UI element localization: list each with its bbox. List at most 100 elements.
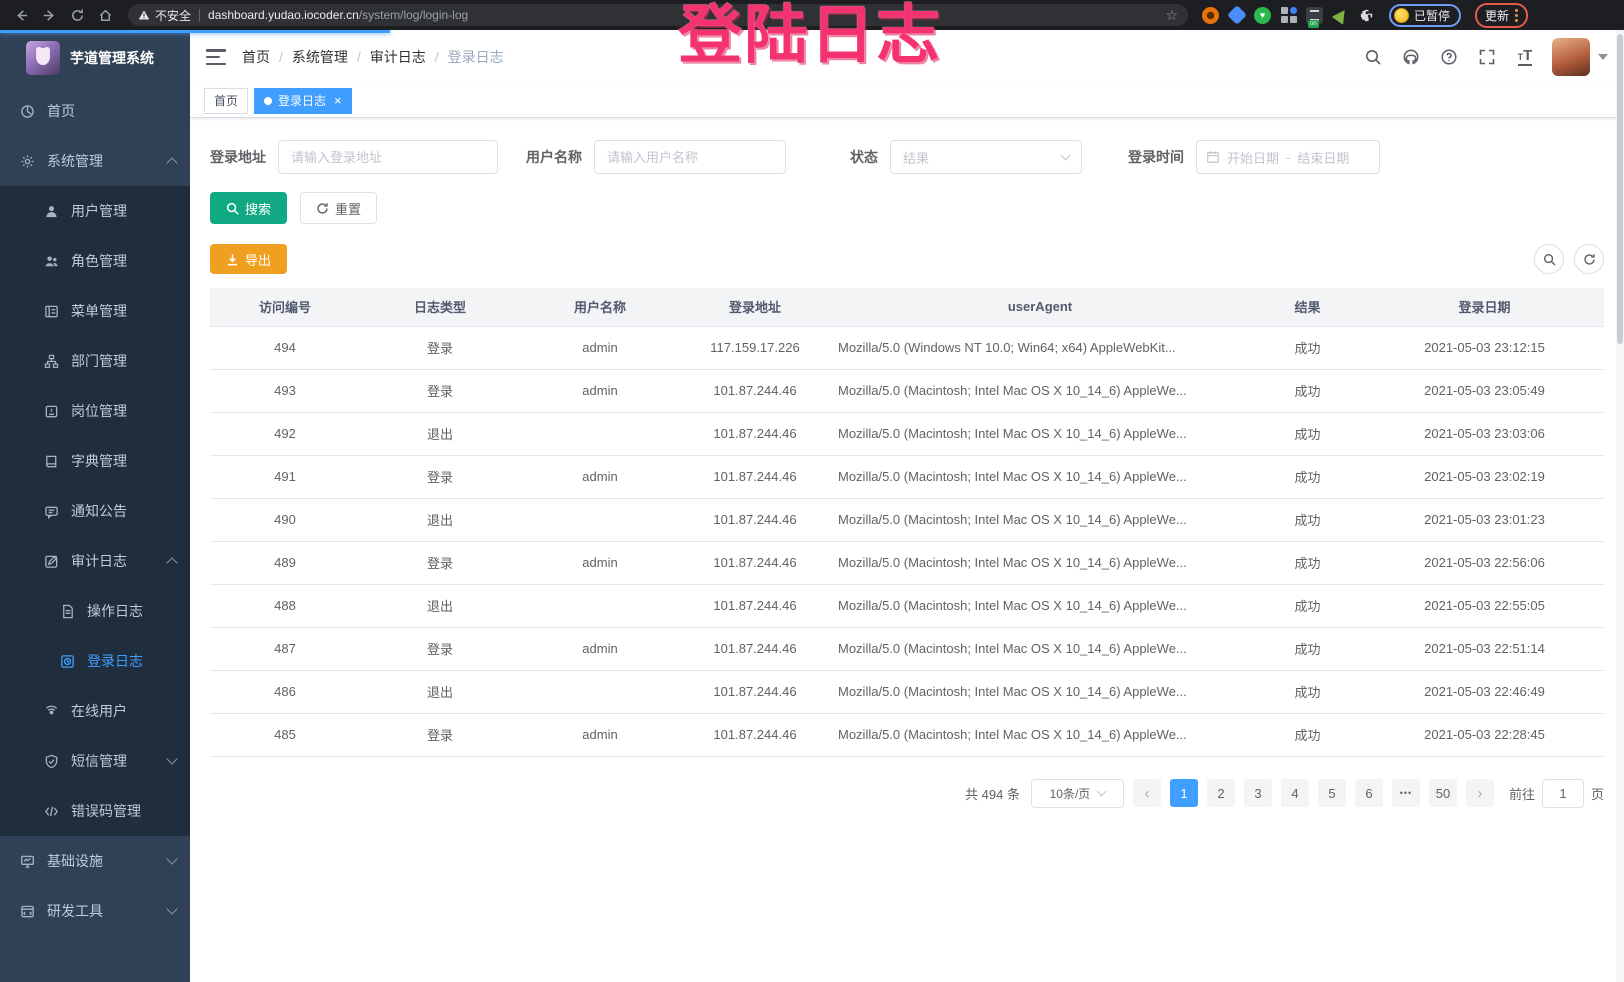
browser-forward-icon[interactable] bbox=[38, 4, 60, 26]
search-button[interactable]: 搜索 bbox=[210, 192, 287, 224]
col-header-type: 日志类型 bbox=[360, 288, 520, 326]
close-icon[interactable]: × bbox=[334, 94, 342, 107]
browser-profile-paused-badge[interactable]: 已暂停 bbox=[1389, 4, 1461, 27]
status-select[interactable]: 结果 bbox=[890, 140, 1082, 174]
extension-heart-icon[interactable]: ♥ bbox=[1254, 7, 1271, 24]
pagination-total: 共 494 条 bbox=[965, 784, 1020, 803]
search-icon[interactable] bbox=[1362, 46, 1384, 68]
username-input[interactable] bbox=[594, 140, 786, 174]
sidebar-item-dict[interactable]: 字典管理 bbox=[0, 436, 190, 486]
help-icon[interactable] bbox=[1438, 46, 1460, 68]
sidebar-item-login-log[interactable]: 登录日志 bbox=[0, 636, 190, 686]
page-url: dashboard.yudao.iocoder.cn/system/log/lo… bbox=[208, 8, 468, 22]
extension-leaf-icon[interactable] bbox=[1332, 7, 1349, 24]
sidebar-item-infrastructure[interactable]: 基础设施 bbox=[0, 836, 190, 886]
address-bar[interactable]: 不安全 dashboard.yudao.iocoder.cn/system/lo… bbox=[128, 4, 1188, 26]
sidebar-item-notice[interactable]: 通知公告 bbox=[0, 486, 190, 536]
scrollbar[interactable] bbox=[1616, 30, 1624, 982]
sidebar-item-menus[interactable]: 菜单管理 bbox=[0, 286, 190, 336]
pagination: 共 494 条 10条/页 ‹ 1 2 3 4 5 6 ••• 50 › 前往 … bbox=[210, 779, 1604, 832]
sidebar-item-system[interactable]: 系统管理 bbox=[0, 136, 190, 186]
next-page-button[interactable]: › bbox=[1466, 779, 1494, 807]
active-tag-dot bbox=[264, 97, 272, 105]
edit-log-icon bbox=[44, 554, 59, 569]
more-pages-button[interactable]: ••• bbox=[1392, 779, 1420, 807]
tag-home[interactable]: 首页 bbox=[204, 88, 248, 114]
login-time-label: 登录时间 bbox=[1128, 147, 1184, 167]
breadcrumb-home[interactable]: 首页 bbox=[242, 47, 270, 67]
sidebar-item-roles[interactable]: 角色管理 bbox=[0, 236, 190, 286]
sidebar-item-posts[interactable]: 岗位管理 bbox=[0, 386, 190, 436]
page-button-3[interactable]: 3 bbox=[1244, 779, 1272, 807]
col-header-address: 登录地址 bbox=[680, 288, 830, 326]
date-end-placeholder: 结束日期 bbox=[1297, 148, 1349, 167]
table-row: 487登录admin101.87.244.46Mozilla/5.0 (Maci… bbox=[210, 627, 1604, 670]
browser-back-icon[interactable] bbox=[10, 4, 32, 26]
table-row: 492退出101.87.244.46Mozilla/5.0 (Macintosh… bbox=[210, 412, 1604, 455]
online-icon bbox=[44, 704, 59, 719]
avatar-image bbox=[1552, 38, 1590, 76]
page-button-5[interactable]: 5 bbox=[1318, 779, 1346, 807]
page-button-2[interactable]: 2 bbox=[1207, 779, 1235, 807]
extension-list-on-icon[interactable]: on bbox=[1306, 7, 1323, 24]
dashboard-icon bbox=[20, 104, 35, 119]
extension-orange-icon[interactable] bbox=[1202, 7, 1219, 24]
page-button-4[interactable]: 4 bbox=[1281, 779, 1309, 807]
download-icon bbox=[226, 253, 239, 266]
github-icon[interactable] bbox=[1400, 46, 1422, 68]
app-logo[interactable]: 芋道管理系统 bbox=[0, 30, 190, 86]
page-size-select[interactable]: 10条/页 bbox=[1031, 779, 1124, 808]
book-icon bbox=[44, 454, 59, 469]
chevron-down-icon bbox=[166, 753, 177, 764]
hamburger-icon[interactable] bbox=[206, 49, 226, 65]
browser-home-icon[interactable] bbox=[94, 4, 116, 26]
sidebar-item-error-code[interactable]: 错误码管理 bbox=[0, 786, 190, 836]
extensions-puzzle-icon[interactable] bbox=[1358, 7, 1375, 24]
filter-actions: 搜索 重置 bbox=[210, 192, 1604, 224]
sidebar-item-sms[interactable]: 短信管理 bbox=[0, 736, 190, 786]
sidebar-item-home[interactable]: 首页 bbox=[0, 86, 190, 136]
browser-update-button[interactable]: 更新 bbox=[1475, 3, 1528, 28]
goto-page-input[interactable] bbox=[1542, 779, 1584, 808]
refresh-table-button[interactable] bbox=[1574, 244, 1604, 274]
breadcrumb-system[interactable]: 系统管理 bbox=[292, 47, 348, 67]
browser-reload-icon[interactable] bbox=[66, 4, 88, 26]
table-row: 488退出101.87.244.46Mozilla/5.0 (Macintosh… bbox=[210, 584, 1604, 627]
reset-button[interactable]: 重置 bbox=[300, 192, 377, 224]
sidebar-item-online-users[interactable]: 在线用户 bbox=[0, 686, 190, 736]
not-secure-warning[interactable]: 不安全 bbox=[138, 7, 191, 24]
login-address-input[interactable] bbox=[278, 140, 498, 174]
page-button-6[interactable]: 6 bbox=[1355, 779, 1383, 807]
gear-icon bbox=[20, 154, 35, 169]
sidebar-item-dev-tools[interactable]: 研发工具 bbox=[0, 886, 190, 936]
sidebar-item-departments[interactable]: 部门管理 bbox=[0, 336, 190, 386]
page-button-50[interactable]: 50 bbox=[1429, 779, 1457, 807]
sidebar-item-users[interactable]: 用户管理 bbox=[0, 186, 190, 236]
col-header-result: 结果 bbox=[1250, 288, 1365, 326]
breadcrumb-audit-log[interactable]: 审计日志 bbox=[370, 47, 426, 67]
sidebar-item-operation-log[interactable]: 操作日志 bbox=[0, 586, 190, 636]
font-size-icon[interactable]: TT bbox=[1514, 46, 1536, 68]
goto-page: 前往 页 bbox=[1509, 779, 1604, 808]
export-button[interactable]: 导出 bbox=[210, 244, 287, 274]
fullscreen-icon[interactable] bbox=[1476, 46, 1498, 68]
page-button-1[interactable]: 1 bbox=[1170, 779, 1198, 807]
caret-down-icon bbox=[1598, 54, 1608, 60]
shield-check-icon bbox=[44, 754, 59, 769]
prev-page-button[interactable]: ‹ bbox=[1133, 779, 1161, 807]
menu-list-icon bbox=[44, 304, 59, 319]
browser-menu-icon[interactable] bbox=[1515, 9, 1518, 22]
omnibox-divider bbox=[199, 9, 200, 22]
toggle-search-button[interactable] bbox=[1534, 244, 1564, 274]
tag-login-log[interactable]: 登录日志 × bbox=[254, 88, 352, 114]
date-range-picker[interactable]: 开始日期 - 结束日期 bbox=[1196, 140, 1380, 174]
extension-blue-icon[interactable] bbox=[1228, 7, 1245, 24]
login-address-label: 登录地址 bbox=[210, 147, 266, 167]
scrollbar-thumb[interactable] bbox=[1617, 34, 1623, 344]
user-avatar[interactable] bbox=[1552, 38, 1608, 76]
sidebar-item-audit-log[interactable]: 审计日志 bbox=[0, 536, 190, 586]
bookmark-star-icon[interactable]: ☆ bbox=[1165, 8, 1178, 22]
table-row: 490退出101.87.244.46Mozilla/5.0 (Macintosh… bbox=[210, 498, 1604, 541]
goto-suffix: 页 bbox=[1591, 784, 1604, 803]
extension-grid-icon[interactable] bbox=[1280, 7, 1297, 24]
